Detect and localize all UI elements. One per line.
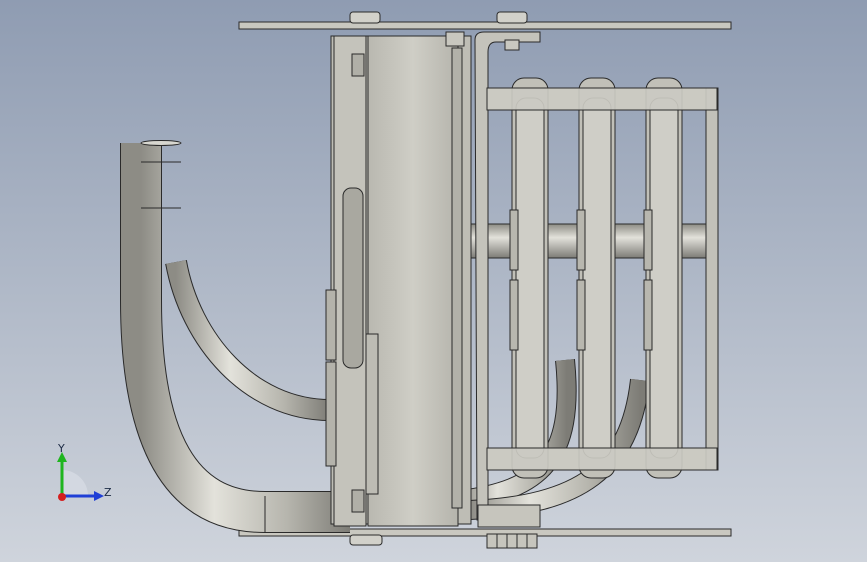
coordinate-triad: Y Z — [44, 438, 124, 518]
heat-pipe-inner[interactable] — [165, 259, 331, 421]
y-axis-label: Y — [58, 442, 65, 455]
fin-1[interactable] — [509, 77, 549, 479]
cooler-model-drawing[interactable] — [0, 0, 867, 562]
heat-pipe-outer[interactable] — [120, 140, 350, 533]
z-axis-label: Z — [104, 486, 112, 499]
origin-marker — [58, 493, 66, 501]
top-mounting-plate[interactable] — [238, 11, 732, 30]
z-axis-arrowhead — [94, 491, 104, 501]
fin-3[interactable] — [643, 77, 683, 479]
fan-housing[interactable] — [325, 31, 472, 527]
cad-viewport[interactable]: Y Z — [0, 0, 867, 562]
fin-2[interactable] — [576, 77, 616, 479]
